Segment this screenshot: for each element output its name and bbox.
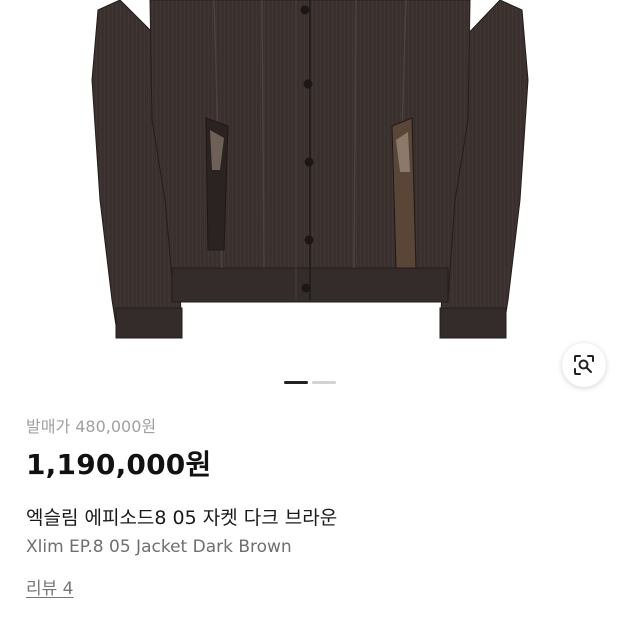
current-price: 1,190,000원	[26, 448, 212, 481]
jacket-illustration	[91, 0, 529, 339]
image-search-icon	[574, 355, 594, 375]
image-search-button[interactable]	[562, 343, 606, 387]
product-image[interactable]	[0, 0, 620, 400]
pagination-dot[interactable]	[312, 381, 336, 384]
gallery-pagination	[284, 381, 336, 384]
product-info: 발매가 480,000원 1,190,000원 엑슬림 에피소드8 05 자켓 …	[26, 414, 596, 602]
product-detail-page: 발매가 480,000원 1,190,000원 엑슬림 에피소드8 05 자켓 …	[0, 0, 620, 620]
pagination-dot-active[interactable]	[284, 381, 308, 384]
release-price: 발매가 480,000원	[26, 417, 157, 436]
review-link[interactable]: 리뷰 4	[26, 576, 74, 602]
product-name-english: Xlim EP.8 05 Jacket Dark Brown	[26, 537, 292, 557]
product-name-korean: 엑슬림 에피소드8 05 자켓 다크 브라운	[26, 507, 338, 529]
